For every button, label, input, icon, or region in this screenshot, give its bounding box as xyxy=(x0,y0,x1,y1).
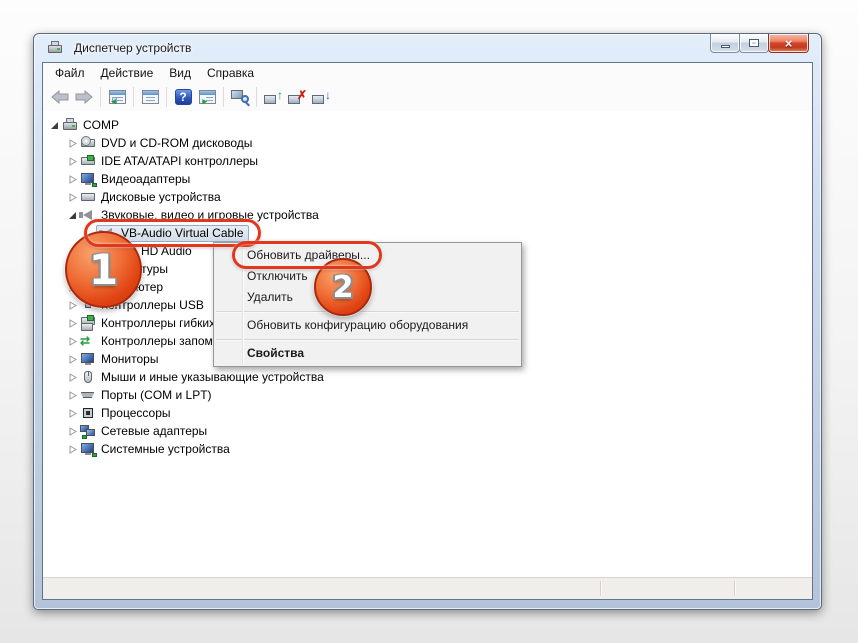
tree-row-disk[interactable]: Дисковые устройства xyxy=(67,188,812,206)
properties-icon xyxy=(142,90,159,104)
maximize-button[interactable] xyxy=(739,34,769,53)
toolbar-separator xyxy=(166,87,167,107)
tree-label[interactable]: Системные устройства xyxy=(101,442,230,456)
window-title: Диспетчер устройств xyxy=(74,41,191,55)
tree-row-comp[interactable]: COMP xyxy=(49,116,812,134)
update-driver-icon: ↑ xyxy=(264,89,282,105)
minimize-button[interactable] xyxy=(710,34,740,53)
monitor-icon xyxy=(80,351,97,367)
tree-row-system[interactable]: Системные устройства xyxy=(67,440,812,458)
uninstall-device-button[interactable]: ✗ xyxy=(285,85,309,109)
collapsed-triangle-icon[interactable] xyxy=(67,336,78,347)
tree-row-dvd[interactable]: DVD и CD-ROM дисководы xyxy=(67,134,812,152)
context-menu-item-scan-hardware[interactable]: Обновить конфигурацию оборудования xyxy=(214,315,521,336)
toolbar: ◂ ? ▸ ↑ xyxy=(43,83,812,111)
expanded-triangle-icon[interactable] xyxy=(67,210,78,221)
network-adapter-icon xyxy=(80,423,97,439)
expanded-triangle-icon[interactable] xyxy=(49,120,60,131)
disk-drive-icon xyxy=(80,189,97,205)
show-action-pane-icon: ▸ xyxy=(199,90,216,104)
tree-row-processors[interactable]: Процессоры xyxy=(67,404,812,422)
mouse-icon xyxy=(80,369,97,385)
status-bar-divider xyxy=(600,581,601,596)
show-console-tree-button[interactable]: ◂ xyxy=(105,85,129,109)
collapsed-triangle-icon[interactable] xyxy=(67,354,78,365)
context-menu-separator xyxy=(216,311,519,312)
menu-file[interactable]: Файл xyxy=(47,64,93,82)
device-manager-icon xyxy=(62,117,79,133)
show-console-tree-icon: ◂ xyxy=(109,90,126,104)
collapsed-triangle-icon[interactable] xyxy=(67,174,78,185)
collapsed-triangle-icon[interactable] xyxy=(67,426,78,437)
context-menu-item-properties[interactable]: Свойства xyxy=(214,343,521,364)
help-button[interactable]: ? xyxy=(171,85,195,109)
floppy-controller-icon xyxy=(80,315,97,331)
toolbar-separator xyxy=(133,87,134,107)
menu-view[interactable]: Вид xyxy=(161,64,199,82)
toolbar-separator xyxy=(100,87,101,107)
tree-label[interactable]: Сетевые адаптеры xyxy=(101,424,207,438)
ports-icon xyxy=(80,387,97,403)
tree-label[interactable]: Мыши и иные указывающие устройства xyxy=(101,370,324,384)
processor-icon xyxy=(80,405,97,421)
toolbar-separator xyxy=(223,87,224,107)
tree-label[interactable]: COMP xyxy=(83,118,119,132)
tree-row-ide[interactable]: IDE ATA/ATAPI контроллеры xyxy=(67,152,812,170)
close-button[interactable]: × xyxy=(768,34,809,53)
collapsed-triangle-icon[interactable] xyxy=(67,318,78,329)
video-adapter-icon xyxy=(80,171,97,187)
collapsed-triangle-icon[interactable] xyxy=(67,408,78,419)
forward-icon xyxy=(75,90,93,104)
minimize-icon xyxy=(721,45,730,48)
menu-action[interactable]: Действие xyxy=(93,64,162,82)
tree-row-mice[interactable]: Мыши и иные указывающие устройства xyxy=(67,368,812,386)
desktop-background: Диспетчер устройств × Файл Действие Вид … xyxy=(0,0,858,643)
properties-button[interactable] xyxy=(138,85,162,109)
collapsed-triangle-icon[interactable] xyxy=(67,372,78,383)
collapsed-triangle-icon[interactable] xyxy=(67,138,78,149)
back-button[interactable] xyxy=(48,85,72,109)
maximize-icon xyxy=(749,39,759,47)
tree-row-video[interactable]: Видеоадаптеры xyxy=(67,170,812,188)
title-bar[interactable]: Диспетчер устройств × xyxy=(34,34,821,62)
collapsed-triangle-icon[interactable] xyxy=(67,192,78,203)
device-manager-icon xyxy=(47,40,64,56)
highlight-ring-update-drivers xyxy=(232,241,382,269)
storage-controller-icon: ⇄ xyxy=(80,333,97,349)
tree-label[interactable]: Дисковые устройства xyxy=(101,190,221,204)
menu-bar: Файл Действие Вид Справка xyxy=(43,63,812,83)
collapsed-triangle-icon[interactable] xyxy=(67,390,78,401)
collapsed-triangle-icon[interactable] xyxy=(67,300,78,311)
tree-label[interactable]: IDE ATA/ATAPI контроллеры xyxy=(101,154,258,168)
disable-device-button[interactable]: ↓ xyxy=(309,85,333,109)
help-icon: ? xyxy=(175,89,192,105)
status-bar-divider xyxy=(734,581,735,596)
context-menu-separator xyxy=(216,339,519,340)
tree-label[interactable]: DVD и CD-ROM дисководы xyxy=(101,136,252,150)
highlight-ring-device xyxy=(84,219,261,247)
collapsed-triangle-icon[interactable] xyxy=(67,444,78,455)
collapsed-triangle-icon[interactable] xyxy=(67,156,78,167)
tree-label[interactable]: Видеоадаптеры xyxy=(101,172,190,186)
forward-button[interactable] xyxy=(72,85,96,109)
show-action-pane-button[interactable]: ▸ xyxy=(195,85,219,109)
close-icon: × xyxy=(785,36,793,51)
uninstall-device-icon: ✗ xyxy=(288,89,306,105)
status-bar xyxy=(43,577,812,599)
tree-row-network[interactable]: Сетевые адаптеры xyxy=(67,422,812,440)
disable-device-icon: ↓ xyxy=(312,89,330,105)
scan-hardware-changes-icon xyxy=(231,89,249,105)
cd-drive-icon xyxy=(80,135,97,151)
menu-help[interactable]: Справка xyxy=(199,64,262,82)
system-devices-icon xyxy=(80,441,97,457)
tree-label[interactable]: Мониторы xyxy=(101,352,158,366)
update-driver-button[interactable]: ↑ xyxy=(261,85,285,109)
back-icon xyxy=(51,90,69,104)
ide-controller-icon xyxy=(80,153,97,169)
tree-label[interactable]: Процессоры xyxy=(101,406,171,420)
tree-row-ports[interactable]: Порты (COM и LPT) xyxy=(67,386,812,404)
scan-hardware-changes-button[interactable] xyxy=(228,85,252,109)
tree-label[interactable]: Порты (COM и LPT) xyxy=(101,388,212,402)
toolbar-separator xyxy=(256,87,257,107)
